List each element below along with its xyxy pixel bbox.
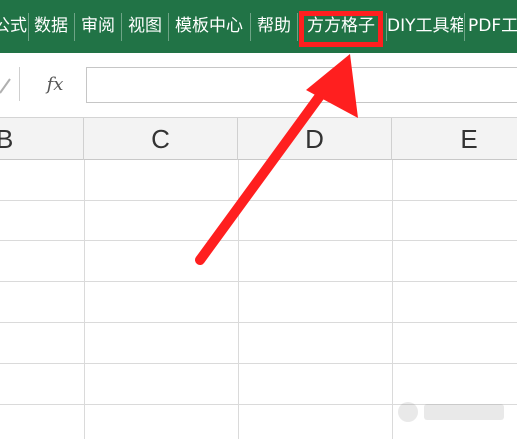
tab-help[interactable]: 帮助	[251, 0, 297, 53]
column-header-row: B C D E	[0, 118, 517, 160]
tab-template-center[interactable]: 模板中心	[169, 0, 249, 53]
row-gridline	[0, 240, 517, 241]
tab-diy-toolbox[interactable]: DIY工具箱	[387, 0, 463, 53]
ribbon-tab-bar: 公式 数据 审阅 视图 模板中心 帮助 方方格子 DIY工具箱 PDF工具	[0, 0, 517, 53]
row-gridline	[0, 200, 517, 201]
column-header-b[interactable]: B	[0, 118, 84, 160]
row-gridline	[0, 322, 517, 323]
watermark-logo-icon	[398, 402, 504, 422]
tab-label: 公式	[0, 16, 27, 36]
insert-function-icon[interactable]: fx	[40, 70, 70, 100]
column-gridline	[392, 160, 393, 439]
tab-label: 模板中心	[175, 16, 243, 36]
tab-formulas[interactable]: 公式	[0, 0, 30, 53]
tab-view[interactable]: 视图	[122, 0, 168, 53]
tab-review[interactable]: 审阅	[75, 0, 121, 53]
tab-label: 视图	[128, 16, 162, 36]
tab-label: 帮助	[257, 16, 291, 36]
tab-label: PDF工具	[468, 16, 517, 36]
tab-label: 数据	[34, 16, 68, 36]
column-gridline	[238, 160, 239, 439]
column-gridline	[84, 160, 85, 439]
tab-label: 审阅	[81, 16, 115, 36]
row-gridline	[0, 363, 517, 364]
row-gridline	[0, 281, 517, 282]
cancel-icon[interactable]	[0, 77, 12, 95]
column-header-d[interactable]: D	[238, 118, 392, 160]
tab-highlight-box	[299, 11, 383, 47]
column-header-e[interactable]: E	[392, 118, 517, 160]
tab-separator	[297, 13, 298, 41]
tab-pdf-tools[interactable]: PDF工具	[466, 0, 517, 53]
formula-input[interactable]	[86, 67, 517, 103]
tab-separator	[464, 13, 465, 41]
column-header-c[interactable]: C	[84, 118, 238, 160]
tab-data[interactable]: 数据	[29, 0, 73, 53]
formula-bar: fx	[0, 53, 517, 118]
tab-label: DIY工具箱	[387, 16, 463, 36]
